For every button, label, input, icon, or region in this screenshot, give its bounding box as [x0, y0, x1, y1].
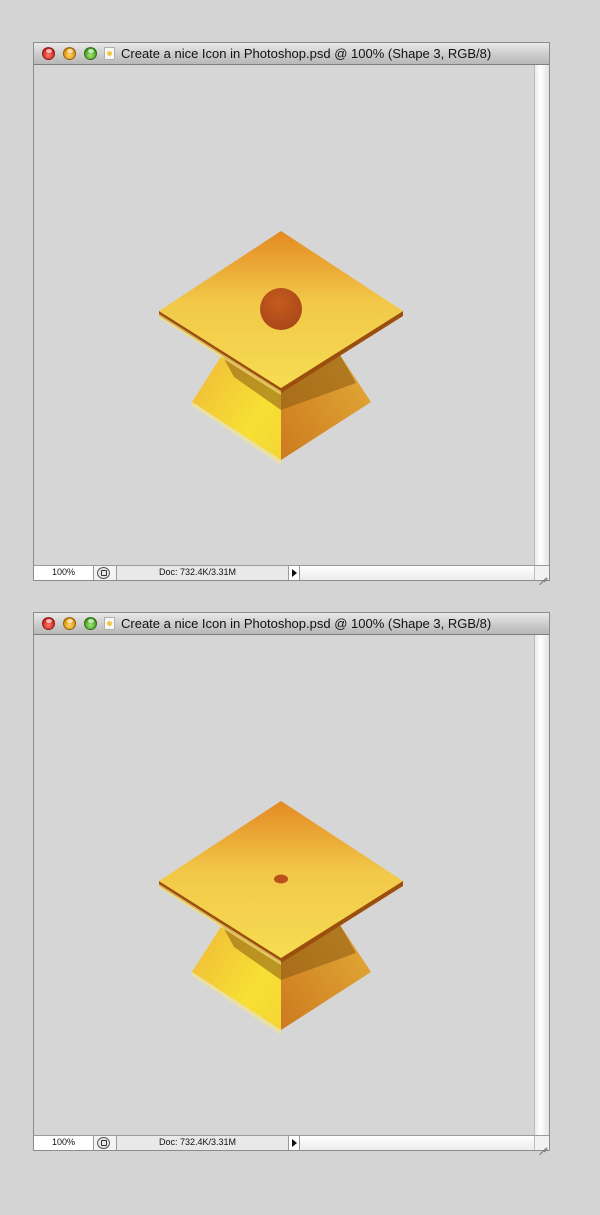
- graduation-cap-artwork: [159, 801, 403, 1035]
- triangle-right-icon[interactable]: [288, 566, 300, 580]
- window-title: Create a nice Icon in Photoshop.psd @ 10…: [121, 616, 492, 631]
- horizontal-scrollbar[interactable]: [300, 1136, 534, 1150]
- vertical-scrollbar[interactable]: [534, 635, 549, 1135]
- status-options-icon[interactable]: [97, 1137, 110, 1149]
- document-canvas[interactable]: [34, 635, 534, 1135]
- document-window-1[interactable]: Create a nice Icon in Photoshop.psd @ 10…: [33, 42, 550, 581]
- resize-grip-icon[interactable]: [534, 565, 549, 580]
- status-options-icon[interactable]: [97, 567, 110, 579]
- zoom-icon[interactable]: [84, 47, 97, 60]
- document-icon: [104, 617, 115, 630]
- zoom-level-field[interactable]: 100%: [34, 1136, 94, 1150]
- document-canvas[interactable]: [34, 65, 534, 565]
- vertical-scrollbar[interactable]: [534, 65, 549, 565]
- horizontal-scrollbar[interactable]: [300, 566, 534, 580]
- zoom-level-field[interactable]: 100%: [34, 566, 94, 580]
- status-bar: 100% Doc: 732.4K/3.31M: [34, 565, 549, 580]
- doc-size-info: Doc: 732.4K/3.31M: [116, 1136, 288, 1150]
- minimize-icon[interactable]: [63, 47, 76, 60]
- status-bar: 100% Doc: 732.4K/3.31M: [34, 1135, 549, 1150]
- zoom-icon[interactable]: [84, 617, 97, 630]
- doc-size-info: Doc: 732.4K/3.31M: [116, 566, 288, 580]
- close-icon[interactable]: [42, 47, 55, 60]
- cap-button: [260, 288, 302, 330]
- triangle-right-icon[interactable]: [288, 1136, 300, 1150]
- minimize-icon[interactable]: [63, 617, 76, 630]
- document-window-2[interactable]: Create a nice Icon in Photoshop.psd @ 10…: [33, 612, 550, 1151]
- document-icon: [104, 47, 115, 60]
- graduation-cap-artwork: [159, 231, 403, 465]
- resize-grip-icon[interactable]: [534, 1135, 549, 1150]
- window-title: Create a nice Icon in Photoshop.psd @ 10…: [121, 46, 492, 61]
- close-icon[interactable]: [42, 617, 55, 630]
- cap-button: [274, 874, 288, 884]
- window-titlebar[interactable]: Create a nice Icon in Photoshop.psd @ 10…: [34, 43, 549, 65]
- window-titlebar[interactable]: Create a nice Icon in Photoshop.psd @ 10…: [34, 613, 549, 635]
